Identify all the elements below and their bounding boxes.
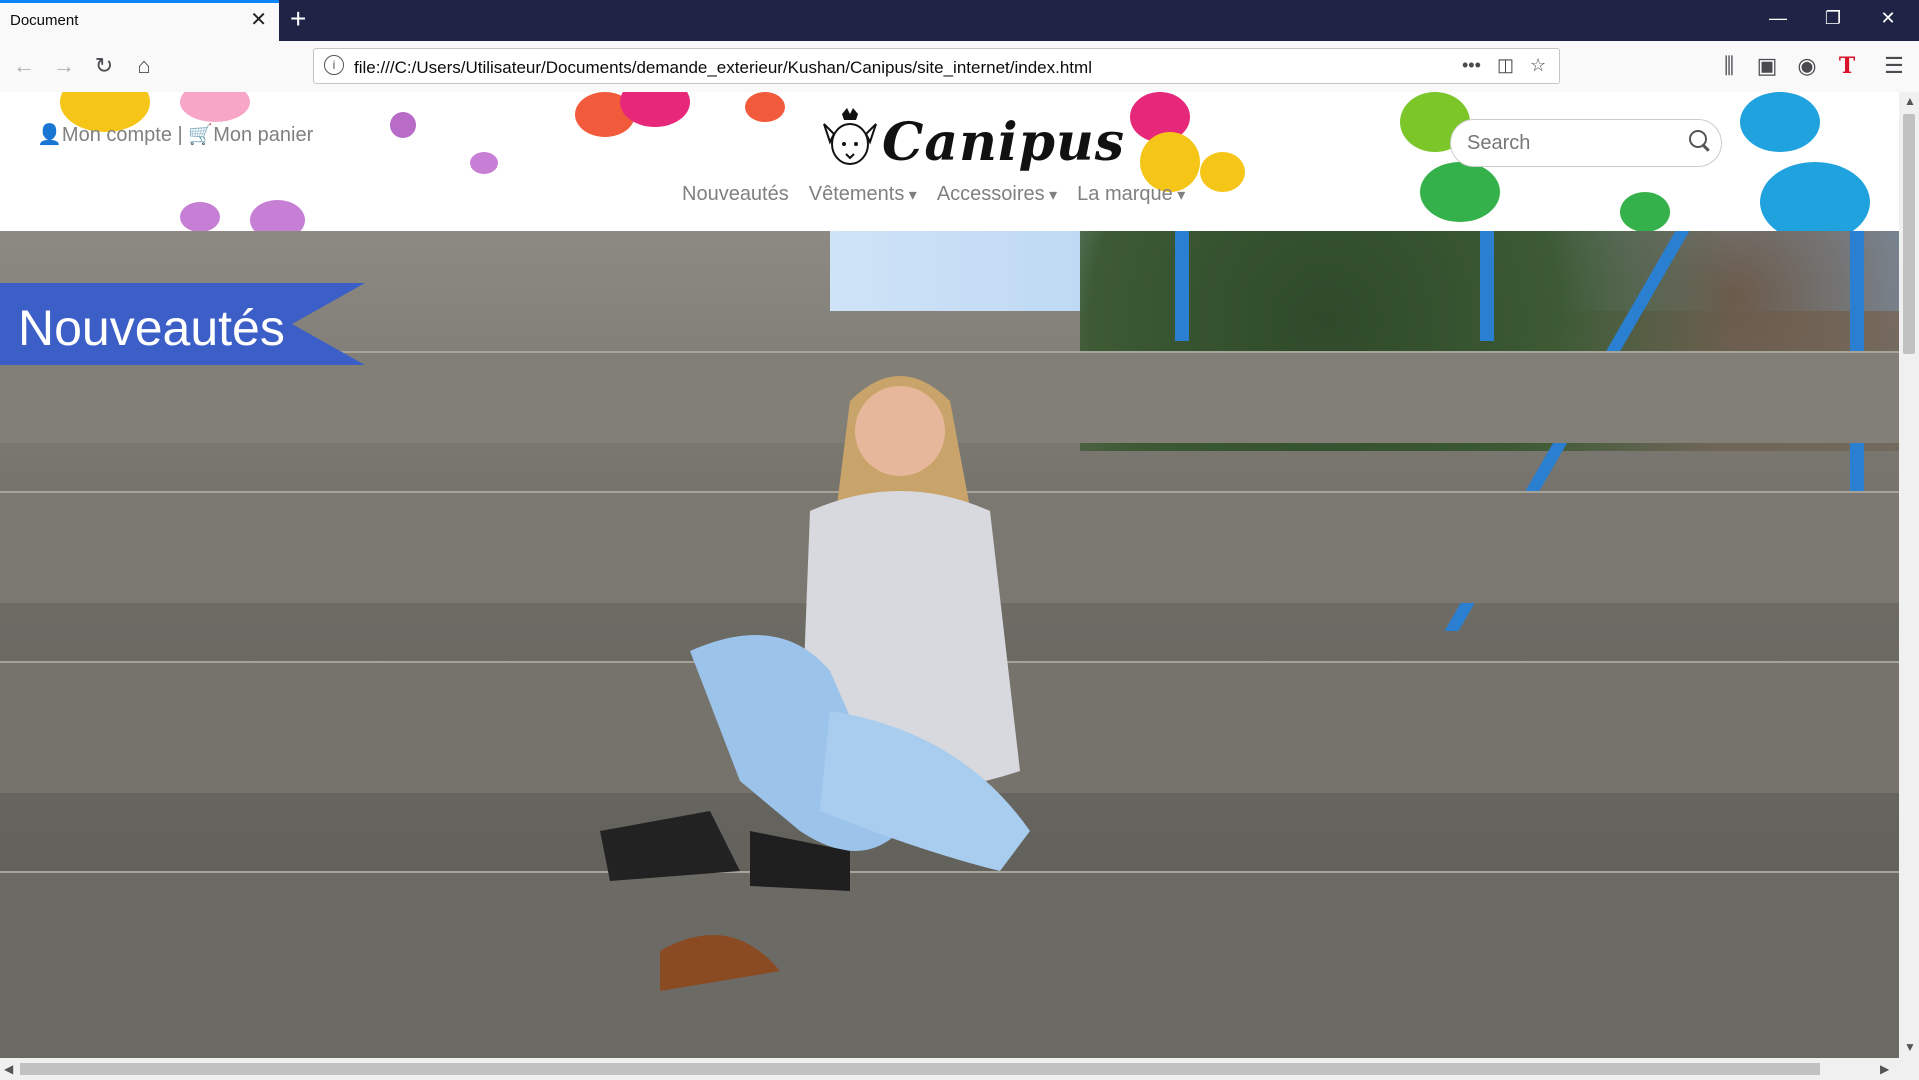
scroll-left-icon[interactable]: ◀ <box>4 1062 13 1076</box>
back-icon[interactable]: ← <box>10 53 38 79</box>
scroll-down-icon[interactable]: ▼ <box>1904 1040 1916 1054</box>
scroll-up-icon[interactable]: ▲ <box>1904 94 1916 108</box>
paint-splatter <box>180 92 250 122</box>
user-icon: 👤 <box>37 124 62 146</box>
section-banner: Nouveautés <box>0 283 365 365</box>
tab-title: Document <box>10 12 79 29</box>
paint-splatter <box>1420 162 1500 222</box>
reload-icon[interactable]: ↻ <box>90 53 118 79</box>
horizontal-scrollbar[interactable]: ◀ ▶ <box>0 1058 1919 1080</box>
search-icon[interactable] <box>1689 130 1707 148</box>
vertical-scroll-thumb[interactable] <box>1903 114 1915 354</box>
horizontal-scroll-thumb[interactable] <box>20 1063 1820 1075</box>
menu-icon[interactable]: ☰ <box>1880 53 1908 79</box>
scroll-right-icon[interactable]: ▶ <box>1880 1062 1889 1076</box>
my-account-link[interactable]: Mon compte <box>62 124 172 146</box>
site-logo[interactable]: Canipus <box>820 106 1124 176</box>
paint-splatter <box>470 152 498 174</box>
main-menu: Nouveautés Vêtements Accessoires La marq… <box>682 183 1185 206</box>
paint-splatter <box>745 92 785 122</box>
my-cart-link[interactable]: Mon panier <box>213 124 313 146</box>
url-bar[interactable]: i file:///C:/Users/Utilisateur/Documents… <box>313 48 1560 84</box>
forward-icon[interactable]: → <box>50 53 78 79</box>
menu-item-vetements[interactable]: Vêtements <box>809 183 917 206</box>
paint-splatter <box>180 202 220 231</box>
menu-item-nouveautes[interactable]: Nouveautés <box>682 183 789 206</box>
paint-splatter <box>390 112 416 138</box>
menu-item-la-marque[interactable]: La marque <box>1077 183 1185 206</box>
restore-icon[interactable]: ❐ <box>1813 8 1853 29</box>
site-info-icon[interactable]: i <box>324 55 344 75</box>
paint-splatter <box>1740 92 1820 152</box>
home-icon[interactable]: ⌂ <box>130 53 158 79</box>
sidebar-icon[interactable]: ▣ <box>1753 53 1781 79</box>
url-text[interactable]: file:///C:/Users/Utilisateur/Documents/d… <box>354 58 1092 78</box>
close-window-icon[interactable]: ✕ <box>1868 8 1908 29</box>
account-icon[interactable]: ◉ <box>1793 53 1821 79</box>
menu-item-accessoires[interactable]: Accessoires <box>937 183 1057 206</box>
paint-splatter <box>1620 192 1670 231</box>
page-viewport: 👤Mon compte | 🛒Mon panier Canipus Nouvea… <box>0 92 1899 1058</box>
browser-nav-bar: ← → ↻ ⌂ i file:///C:/Users/Utilisateur/D… <box>0 41 1919 93</box>
hero-image: Nouveautés <box>0 231 1899 1058</box>
cart-icon: 🛒 <box>188 124 214 146</box>
new-tab-icon[interactable]: + <box>290 5 306 33</box>
search-box[interactable]: Search <box>1450 119 1722 167</box>
search-input[interactable]: Search <box>1467 132 1530 155</box>
paint-splatter <box>1200 152 1245 192</box>
banner-title: Nouveautés <box>18 300 285 356</box>
pocket-icon[interactable]: ◫ <box>1497 55 1514 76</box>
page-actions-icon[interactable]: ••• <box>1462 55 1481 76</box>
library-icon[interactable]: ⫼ <box>1715 53 1743 79</box>
browser-tab[interactable]: Document ✕ <box>0 0 279 41</box>
model-photo <box>600 376 1030 991</box>
extension-t-icon[interactable]: T <box>1833 53 1861 79</box>
railing-post <box>1480 231 1494 341</box>
vertical-scrollbar[interactable]: ▲ ▼ <box>1899 92 1919 1058</box>
bookmark-star-icon[interactable]: ☆ <box>1530 55 1546 76</box>
link-separator: | <box>177 124 183 146</box>
browser-tab-bar: Document ✕ + — ❐ ✕ <box>0 0 1919 41</box>
site-header: 👤Mon compte | 🛒Mon panier Canipus Nouvea… <box>0 92 1899 231</box>
paint-splatter <box>250 200 305 231</box>
paint-splatter <box>1760 162 1870 231</box>
account-links: 👤Mon compte | 🛒Mon panier <box>37 122 313 147</box>
minimize-icon[interactable]: — <box>1758 8 1798 29</box>
dog-crown-logo-icon <box>823 108 877 165</box>
tab-close-icon[interactable]: ✕ <box>250 10 267 30</box>
logo-text: Canipus <box>882 112 1126 173</box>
